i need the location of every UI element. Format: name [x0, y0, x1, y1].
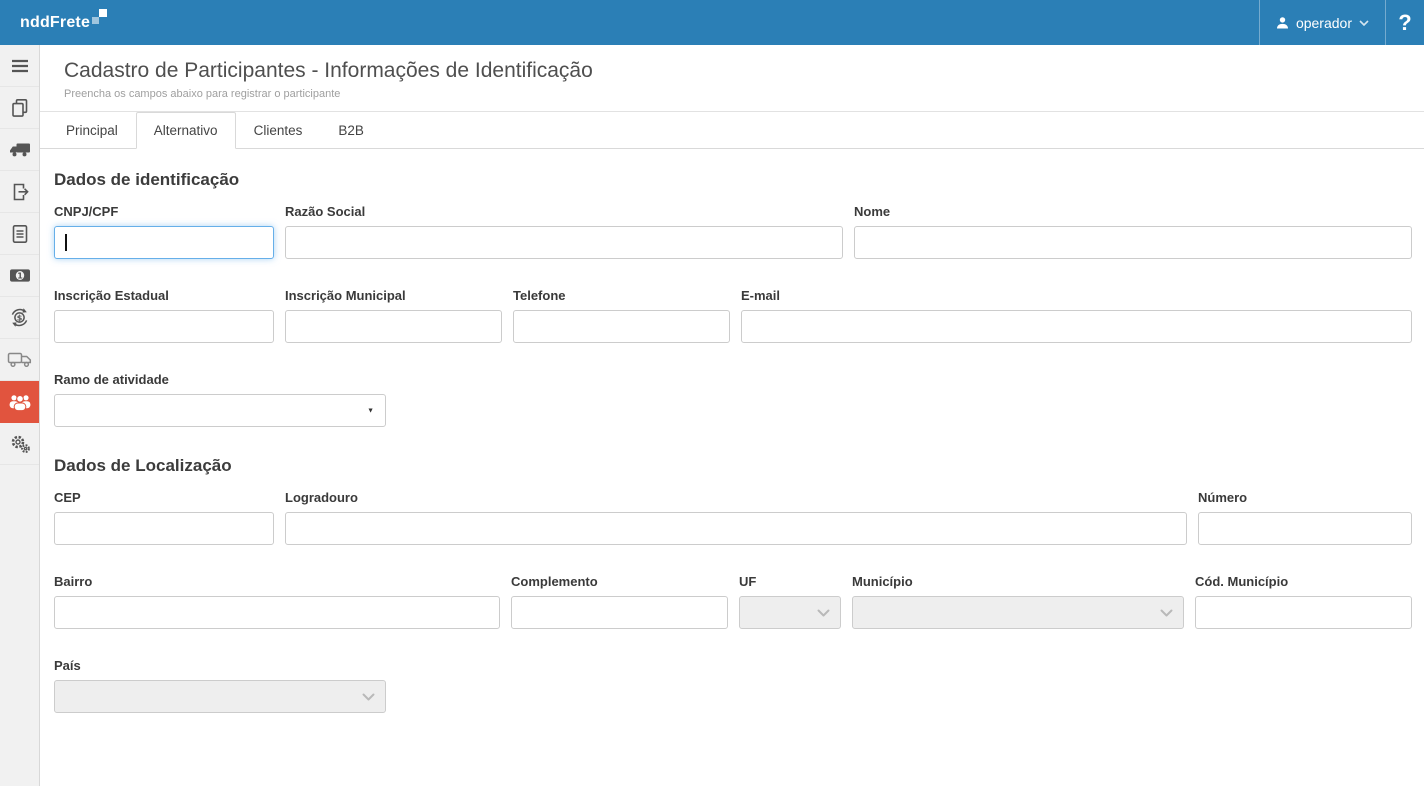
uf-label: UF	[739, 574, 757, 589]
document-export-icon	[13, 183, 29, 200]
razao-social-input[interactable]	[285, 226, 843, 259]
telefone-input[interactable]	[513, 310, 730, 343]
email-label: E-mail	[741, 288, 781, 303]
sidebar-item-billing[interactable]: 1	[0, 255, 39, 297]
chevron-down-icon	[362, 693, 375, 701]
sidebar-item-fleet[interactable]	[0, 339, 39, 381]
user-menu[interactable]: operador	[1258, 0, 1385, 45]
ramo-atividade-label: Ramo de atividade	[54, 372, 169, 387]
brand-squares-icon	[92, 9, 108, 26]
cnpj-cpf-label: CNPJ/CPF	[54, 204, 119, 219]
form-content: Dados de identificação CNPJ/CPF Razão So…	[40, 149, 1424, 786]
tab-b2b[interactable]: B2B	[320, 112, 382, 149]
tab-principal[interactable]: Principal	[48, 112, 136, 149]
inscricao-municipal-input[interactable]	[285, 310, 502, 343]
municipio-select	[852, 596, 1184, 629]
cep-input[interactable]	[54, 512, 274, 545]
svg-text:1: 1	[17, 271, 23, 280]
cod-municipio-input[interactable]	[1195, 596, 1412, 629]
logradouro-input[interactable]	[285, 512, 1187, 545]
cep-label: CEP	[54, 490, 81, 505]
page-title: Cadastro de Participantes - Informações …	[64, 59, 593, 82]
brand-logo: nddFrete	[0, 0, 108, 45]
section-heading-localizacao: Dados de Localização	[54, 456, 232, 475]
users-group-icon	[9, 394, 30, 411]
complemento-label: Complemento	[511, 574, 598, 589]
help-button[interactable]: ?	[1385, 0, 1424, 45]
page-header: Cadastro de Participantes - Informações …	[40, 45, 1424, 112]
copy-documents-icon	[11, 98, 27, 117]
banknote-icon: 1	[9, 269, 30, 282]
svg-text:$: $	[17, 313, 23, 322]
inscricao-municipal-label: Inscrição Municipal	[285, 288, 406, 303]
chevron-down-icon	[1359, 19, 1369, 26]
numero-label: Número	[1198, 490, 1248, 505]
cnpj-cpf-input[interactable]	[54, 226, 274, 259]
complemento-input[interactable]	[511, 596, 728, 629]
report-document-icon	[12, 224, 27, 243]
sidebar-item-export[interactable]	[0, 171, 39, 213]
sidebar-item-menu[interactable]	[0, 45, 39, 87]
tab-alternativo[interactable]: Alternativo	[135, 112, 236, 149]
text-caret	[65, 234, 67, 251]
uf-select	[739, 596, 841, 629]
logradouro-label: Logradouro	[285, 490, 358, 505]
telefone-label: Telefone	[513, 288, 566, 303]
sidebar-item-report[interactable]	[0, 213, 39, 255]
sidebar: 1 $	[0, 45, 40, 786]
bairro-label: Bairro	[54, 574, 93, 589]
pais-label: País	[54, 658, 81, 673]
truck-outline-icon	[7, 352, 31, 367]
section-heading-identificacao: Dados de identificação	[54, 170, 240, 189]
razao-social-label: Razão Social	[285, 204, 366, 219]
pais-select	[54, 680, 386, 713]
sidebar-item-documents[interactable]	[0, 87, 39, 129]
sidebar-item-financial[interactable]: $	[0, 297, 39, 339]
sidebar-item-settings[interactable]	[0, 423, 39, 465]
page-subtitle: Preencha os campos abaixo para registrar…	[64, 88, 341, 100]
numero-input[interactable]	[1198, 512, 1412, 545]
chevron-down-icon	[817, 609, 830, 617]
inscricao-estadual-label: Inscrição Estadual	[54, 288, 169, 303]
inscricao-estadual-input[interactable]	[54, 310, 274, 343]
sidebar-item-participants[interactable]	[0, 381, 39, 423]
user-icon	[1276, 17, 1288, 29]
nome-input[interactable]	[854, 226, 1412, 259]
hamburger-menu-icon	[11, 59, 28, 72]
tab-clientes[interactable]: Clientes	[236, 112, 321, 149]
sidebar-item-truck[interactable]	[0, 129, 39, 171]
email-input[interactable]	[741, 310, 1412, 343]
ramo-atividade-select[interactable]: ▼	[54, 394, 386, 427]
truck-icon	[9, 143, 30, 157]
cod-municipio-label: Cód. Município	[1195, 574, 1289, 589]
user-label: operador	[1295, 14, 1352, 31]
tab-bar: Principal Alternativo Clientes B2B	[40, 112, 1424, 149]
nome-label: Nome	[854, 204, 891, 219]
brand-text: nddFrete	[20, 13, 91, 31]
gears-icon	[11, 435, 30, 453]
chevron-down-icon	[1160, 609, 1173, 617]
municipio-label: Município	[852, 574, 913, 589]
money-sync-icon: $	[11, 308, 28, 327]
topbar: nddFrete operador ?	[0, 0, 1424, 45]
select-arrow-icon: ▼	[367, 407, 374, 414]
bairro-input[interactable]	[54, 596, 500, 629]
